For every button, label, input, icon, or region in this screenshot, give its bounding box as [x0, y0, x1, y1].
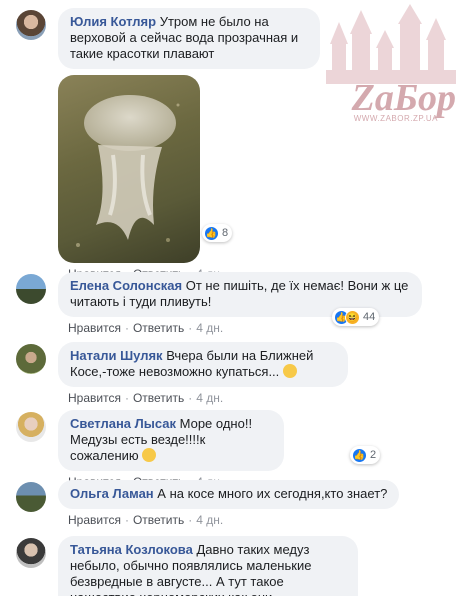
reply-link[interactable]: Ответить	[133, 321, 184, 335]
avatar[interactable]	[16, 412, 46, 442]
comment-item: Ольга Ламан А на косе много их сегодня,к…	[16, 480, 400, 527]
timestamp[interactable]: 4 дн.	[196, 391, 223, 405]
comment-item: Юлия Котляр Утром не было на верховой а …	[16, 8, 320, 281]
avatar[interactable]	[16, 344, 46, 374]
reaction-summary[interactable]: 👍 2	[350, 446, 381, 464]
comment-item: Натали Шуляк Вчера были на Ближней Косе,…	[16, 342, 348, 405]
haha-icon: 😆	[345, 309, 360, 325]
like-icon: 👍	[204, 225, 219, 241]
comment-item: Светлана Лысак Море одно!! Медузы есть в…	[16, 410, 381, 489]
reaction-count: 2	[370, 449, 377, 461]
comment-text: А на косе много их сегодня,кто знает?	[157, 486, 388, 501]
reaction-count: 8	[222, 227, 229, 239]
comment-item: Елена Солонская От не пишіть, де їх нема…	[16, 272, 422, 335]
reaction-count: 44	[363, 311, 376, 323]
comment-author[interactable]: Светлана Лысак	[70, 416, 176, 431]
avatar[interactable]	[16, 10, 46, 40]
avatar[interactable]	[16, 274, 46, 304]
comment-author[interactable]: Ольга Ламан	[70, 486, 154, 501]
timestamp[interactable]: 4 дн.	[196, 513, 223, 527]
reaction-summary[interactable]: 👍 😆 44	[332, 308, 380, 326]
sad-face-emoji-icon	[282, 364, 297, 378]
avatar[interactable]	[16, 482, 46, 512]
comment-item: Татьяна Козлокова Давно таких медуз небы…	[16, 536, 358, 596]
comment-bubble: Юлия Котляр Утром не было на верховой а …	[58, 8, 320, 69]
like-link[interactable]: Нравится	[68, 391, 121, 405]
comment-bubble: Ольга Ламан А на косе много их сегодня,к…	[58, 480, 400, 509]
like-icon: 👍	[352, 447, 367, 463]
comment-bubble: Светлана Лысак Море одно!! Медузы есть в…	[58, 410, 284, 471]
comment-author[interactable]: Юлия Котляр	[70, 14, 156, 29]
watermark-url: WWW.ZABOR.ZP.UA	[353, 114, 438, 123]
reply-link[interactable]: Ответить	[133, 391, 184, 405]
comment-author[interactable]: Натали Шуляк	[70, 348, 163, 363]
comment-photo-jellyfish[interactable]	[58, 75, 200, 263]
comment-bubble: Татьяна Козлокова Давно таких медуз небы…	[58, 536, 358, 596]
like-link[interactable]: Нравится	[68, 321, 121, 335]
comment-author[interactable]: Татьяна Козлокова	[70, 542, 193, 557]
comment-actions: Нравится·Ответить·4 дн.	[68, 391, 224, 405]
avatar[interactable]	[16, 538, 46, 568]
comment-actions: Нравится·Ответить·4 дн.	[68, 513, 224, 527]
comment-author[interactable]: Елена Солонская	[70, 278, 182, 293]
grin-face-emoji-icon	[142, 448, 157, 462]
jellyfish-image	[76, 95, 180, 247]
like-link[interactable]: Нравится	[68, 513, 121, 527]
reply-link[interactable]: Ответить	[133, 513, 184, 527]
comment-bubble: Натали Шуляк Вчера были на Ближней Косе,…	[58, 342, 348, 387]
timestamp[interactable]: 4 дн.	[196, 321, 223, 335]
reaction-summary[interactable]: 👍 8	[202, 224, 233, 242]
